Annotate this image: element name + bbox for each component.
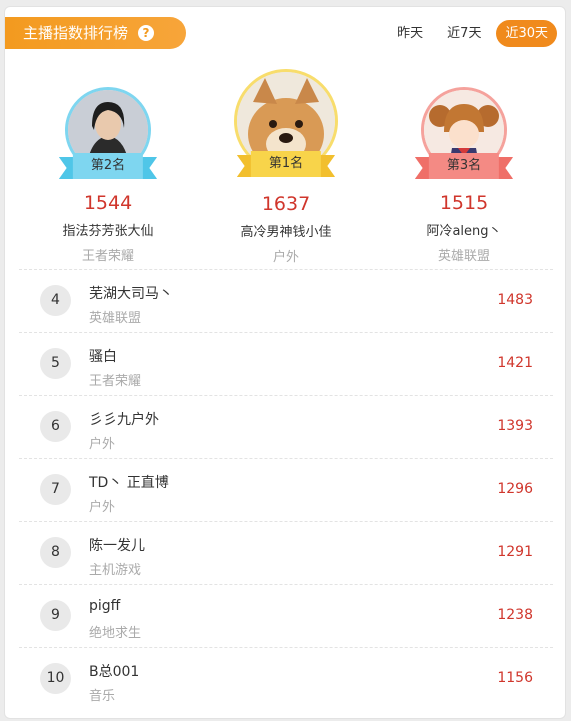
ranking-row[interactable]: 6 彡彡九户外 户外 1393 [19,395,553,458]
help-icon[interactable]: ? [138,25,155,41]
ranking-row[interactable]: 4 芜湖大司马丶 英雄联盟 1483 [19,269,553,332]
podium-score: 1544 [83,192,133,214]
rank-ribbon: 第2名 [58,153,158,179]
ranking-row[interactable]: 9 pigff 绝地求生 1238 [19,584,553,647]
podium-category: 户外 [272,250,299,265]
ranking-list: 4 芜湖大司马丶 英雄联盟 1483 5 骚白 王者荣耀 1421 6 彡彡九户… [19,269,553,710]
ranking-card: 主播指数排行榜? 昨天 近7天 近30天 第2名 1544 指法芬芳张大仙 王者… [4,6,566,719]
podium-category: 英雄联盟 [437,249,490,264]
ranking-row[interactable]: 8 陈一发儿 主机游戏 1291 [19,521,553,584]
ranking-title: 主播指数排行榜 [23,24,129,42]
streamer-score: 1238 [497,607,533,623]
tab-yesterday[interactable]: 昨天 [388,20,432,47]
time-range-tabs: 昨天 近7天 近30天 [388,20,557,47]
streamer-category: 音乐 [89,689,116,704]
rank-badge: 5 [40,348,71,379]
tab-last-30-days[interactable]: 近30天 [496,20,557,47]
streamer-category: 绝地求生 [89,626,142,641]
streamer-category: 主机游戏 [89,563,142,578]
streamer-score: 1421 [497,355,533,371]
streamer-score: 1296 [497,481,533,497]
podium-name: 高冷男神钱小佳 [240,225,332,240]
podium-score: 1515 [439,192,489,214]
ranking-row[interactable]: 5 骚白 王者荣耀 1421 [19,332,553,395]
rank-badge: 7 [40,474,71,505]
tab-last-7-days[interactable]: 近7天 [438,20,490,47]
rank-badge: 8 [40,537,71,568]
streamer-category: 王者荣耀 [89,374,142,389]
streamer-name: 芜湖大司马丶 [89,286,173,302]
rank-ribbon: 第3名 [414,153,514,179]
podium-third[interactable]: 第3名 1515 阿冷aleng丶 英雄联盟 [389,67,539,264]
rank-badge: 9 [40,600,71,631]
rank-badge: 4 [40,285,71,316]
rank-badge: 10 [40,663,71,694]
streamer-score: 1483 [497,292,533,308]
podium-name: 阿冷aleng丶 [426,224,502,239]
streamer-score: 1156 [497,670,533,686]
ranking-title-tab: 主播指数排行榜? [5,17,186,49]
podium-score: 1637 [261,193,311,215]
streamer-score: 1291 [497,544,533,560]
streamer-score: 1393 [497,418,533,434]
streamer-category: 户外 [89,437,116,452]
streamer-category: 户外 [89,500,116,515]
streamer-name: 彡彡九户外 [89,412,159,428]
rank-ribbon: 第1名 [236,151,336,177]
streamer-name: B总001 [89,664,140,680]
ranking-row[interactable]: 7 TD丶 正直博 户外 1296 [19,458,553,521]
streamer-name: 骚白 [89,349,117,365]
streamer-name: 陈一发儿 [89,538,145,554]
streamer-name: pigff [89,598,121,614]
podium-second[interactable]: 第2名 1544 指法芬芳张大仙 王者荣耀 [33,67,183,264]
podium-first[interactable]: 第1名 1637 高冷男神钱小佳 户外 [211,67,361,265]
podium-category: 王者荣耀 [81,249,134,264]
ranking-row[interactable]: 10 B总001 音乐 1156 [19,647,553,710]
streamer-category: 英雄联盟 [89,311,142,326]
podium-name: 指法芬芳张大仙 [62,224,154,239]
rank-badge: 6 [40,411,71,442]
streamer-name: TD丶 正直博 [89,475,169,491]
